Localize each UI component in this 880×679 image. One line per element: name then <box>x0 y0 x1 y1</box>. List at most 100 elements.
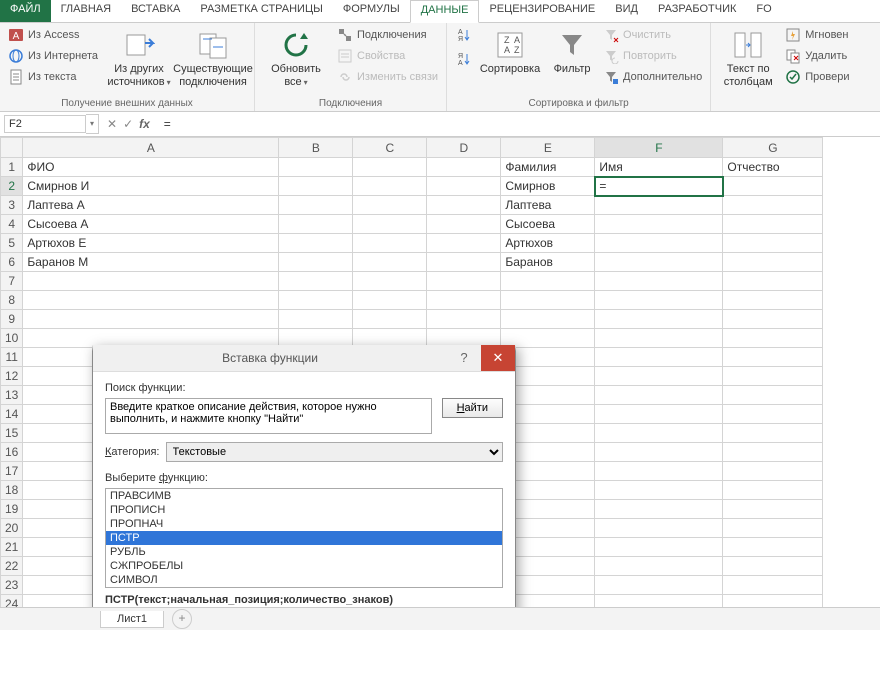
cell-G5[interactable] <box>723 234 823 253</box>
existing-connections-button[interactable]: Существующие подключения <box>178 25 248 88</box>
cell-D8[interactable] <box>427 291 501 310</box>
cell-A8[interactable] <box>23 291 279 310</box>
name-box[interactable]: F2 <box>4 115 86 133</box>
cell-B2[interactable] <box>279 177 353 196</box>
cell-G7[interactable] <box>723 272 823 291</box>
row-header-6[interactable]: 6 <box>1 253 23 272</box>
row-header-2[interactable]: 2 <box>1 177 23 196</box>
from-text-button[interactable]: Из текста <box>6 67 100 87</box>
flash-fill-button[interactable]: Мгновен <box>783 25 851 45</box>
cell-D2[interactable] <box>427 177 501 196</box>
from-web-button[interactable]: Из Интернета <box>6 46 100 66</box>
col-header-A[interactable]: A <box>23 138 279 158</box>
cell-C5[interactable] <box>353 234 427 253</box>
cell-D4[interactable] <box>427 215 501 234</box>
cell-A9[interactable] <box>23 310 279 329</box>
cell-B1[interactable] <box>279 158 353 177</box>
row-header-19[interactable]: 19 <box>1 500 23 519</box>
row-header-7[interactable]: 7 <box>1 272 23 291</box>
function-list[interactable]: ПРАВСИМВПРОПИСНПРОПНАЧПСТРРУБЛЬСЖПРОБЕЛЫ… <box>105 488 503 588</box>
cell-C7[interactable] <box>353 272 427 291</box>
cell-B4[interactable] <box>279 215 353 234</box>
worksheet[interactable]: ABCDEFG 1ФИОФамилияИмяОтчество2Смирнов И… <box>0 137 880 607</box>
row-header-23[interactable]: 23 <box>1 576 23 595</box>
cell-D3[interactable] <box>427 196 501 215</box>
cell-G1[interactable]: Отчество <box>723 158 823 177</box>
cell-F2[interactable]: = <box>595 177 723 196</box>
cell-F3[interactable] <box>595 196 723 215</box>
function-item[interactable]: СИМВОЛ <box>106 573 502 587</box>
row-header-11[interactable]: 11 <box>1 348 23 367</box>
row-header-18[interactable]: 18 <box>1 481 23 500</box>
row-header-16[interactable]: 16 <box>1 443 23 462</box>
cell-G18[interactable] <box>723 481 823 500</box>
cell-F11[interactable] <box>595 348 723 367</box>
function-item[interactable]: ПСТР <box>106 531 502 545</box>
help-button[interactable]: ? <box>447 345 481 371</box>
cell-G12[interactable] <box>723 367 823 386</box>
add-sheet-button[interactable]: + <box>172 609 192 629</box>
tab-insert[interactable]: ВСТАВКА <box>121 0 190 22</box>
row-header-9[interactable]: 9 <box>1 310 23 329</box>
cell-F15[interactable] <box>595 424 723 443</box>
cell-F21[interactable] <box>595 538 723 557</box>
cell-G20[interactable] <box>723 519 823 538</box>
sort-asc-button[interactable]: АЯ <box>453 25 473 45</box>
cell-A3[interactable]: Лаптева A <box>23 196 279 215</box>
cell-G23[interactable] <box>723 576 823 595</box>
cell-D9[interactable] <box>427 310 501 329</box>
cell-F24[interactable] <box>595 595 723 608</box>
cell-A4[interactable]: Сысоева A <box>23 215 279 234</box>
tab-page-layout[interactable]: РАЗМЕТКА СТРАНИЦЫ <box>190 0 332 22</box>
col-header-G[interactable]: G <box>723 138 823 158</box>
cell-A1[interactable]: ФИО <box>23 158 279 177</box>
row-header-1[interactable]: 1 <box>1 158 23 177</box>
tab-file[interactable]: ФАЙЛ <box>0 0 51 22</box>
cell-E4[interactable]: Сысоева <box>501 215 595 234</box>
cell-D6[interactable] <box>427 253 501 272</box>
row-header-4[interactable]: 4 <box>1 215 23 234</box>
cell-G10[interactable] <box>723 329 823 348</box>
cell-F6[interactable] <box>595 253 723 272</box>
cell-C3[interactable] <box>353 196 427 215</box>
cell-G11[interactable] <box>723 348 823 367</box>
filter-button[interactable]: Фильтр <box>547 25 597 76</box>
cell-E9[interactable] <box>501 310 595 329</box>
cell-E8[interactable] <box>501 291 595 310</box>
cell-G3[interactable] <box>723 196 823 215</box>
row-header-17[interactable]: 17 <box>1 462 23 481</box>
cell-F14[interactable] <box>595 405 723 424</box>
cancel-formula-button[interactable]: ✕ <box>107 117 117 131</box>
cell-E5[interactable]: Артюхов <box>501 234 595 253</box>
cell-F16[interactable] <box>595 443 723 462</box>
properties-button[interactable]: Свойства <box>335 46 440 66</box>
cell-D7[interactable] <box>427 272 501 291</box>
cell-F1[interactable]: Имя <box>595 158 723 177</box>
function-item[interactable]: СЖПРОБЕЛЫ <box>106 559 502 573</box>
cell-A7[interactable] <box>23 272 279 291</box>
cell-B8[interactable] <box>279 291 353 310</box>
cell-G13[interactable] <box>723 386 823 405</box>
cell-G17[interactable] <box>723 462 823 481</box>
from-access-button[interactable]: AИз Access <box>6 25 100 45</box>
cell-G22[interactable] <box>723 557 823 576</box>
cell-F20[interactable] <box>595 519 723 538</box>
cell-F13[interactable] <box>595 386 723 405</box>
find-button[interactable]: Найти <box>442 398 503 418</box>
sort-button[interactable]: ZAAZ Сортировка <box>477 25 543 76</box>
function-item[interactable]: ПРОПИСН <box>106 503 502 517</box>
cell-B6[interactable] <box>279 253 353 272</box>
cell-D5[interactable] <box>427 234 501 253</box>
formula-input[interactable]: = <box>158 115 880 133</box>
data-validation-button[interactable]: Провери <box>783 67 851 87</box>
tab-developer[interactable]: РАЗРАБОТЧИК <box>648 0 746 22</box>
cell-F5[interactable] <box>595 234 723 253</box>
sort-desc-button[interactable]: ЯА <box>453 49 473 69</box>
cell-G9[interactable] <box>723 310 823 329</box>
row-header-14[interactable]: 14 <box>1 405 23 424</box>
cell-G15[interactable] <box>723 424 823 443</box>
col-header-F[interactable]: F <box>595 138 723 158</box>
cell-G8[interactable] <box>723 291 823 310</box>
connections-button[interactable]: Подключения <box>335 25 440 45</box>
edit-links-button[interactable]: Изменить связи <box>335 67 440 87</box>
